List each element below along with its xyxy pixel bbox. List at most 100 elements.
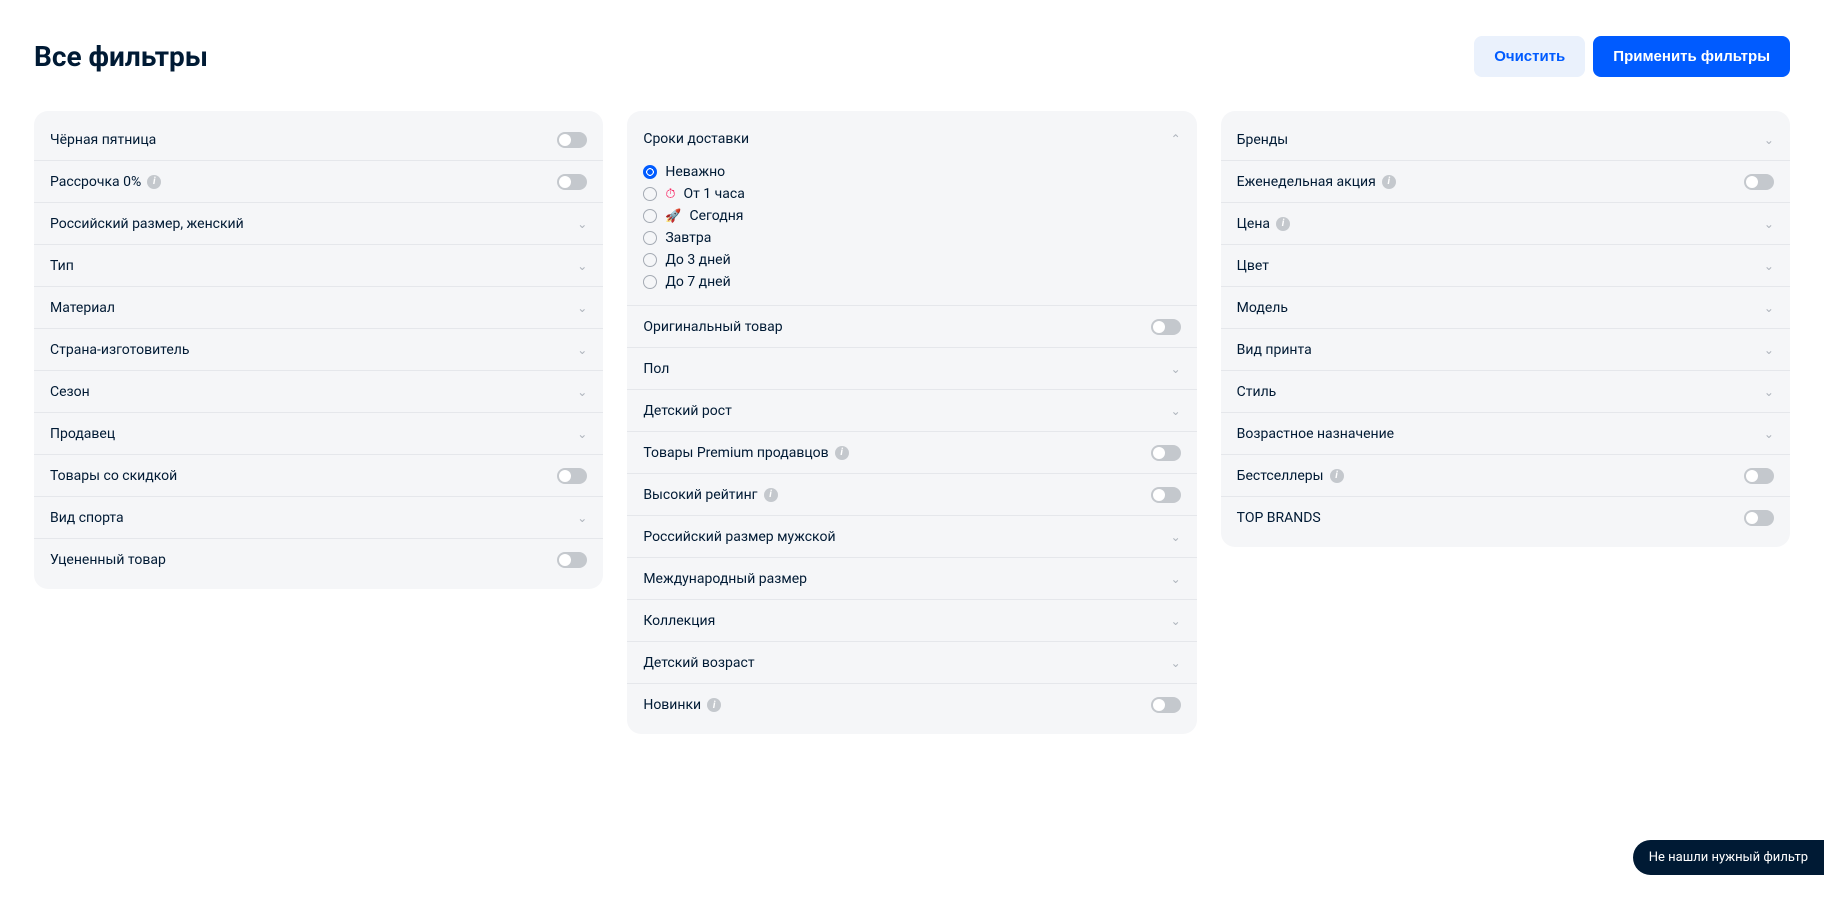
filter-country[interactable]: Страна-изготовитель ⌄ [34,329,603,371]
filter-novelty[interactable]: Новинки i [627,684,1196,726]
filter-discount[interactable]: Товары со скидкой [34,455,603,497]
filter-label: Российский размер, женский [50,216,244,232]
filter-size-men[interactable]: Российский размер мужской ⌄ [627,516,1196,558]
filter-label: Страна-изготовитель [50,342,189,358]
chevron-down-icon: ⌄ [577,259,587,273]
chevron-up-icon: ⌃ [1171,132,1181,146]
filter-size-women[interactable]: Российский размер, женский ⌄ [34,203,603,245]
filter-color[interactable]: Цвет ⌄ [1221,245,1790,287]
filter-label: Высокий рейтинг i [643,487,777,503]
missing-filter-button[interactable]: Не нашли нужный фильтр [1633,840,1824,875]
filter-brands[interactable]: Бренды ⌄ [1221,119,1790,161]
filter-label: Цвет [1237,258,1269,274]
chevron-down-icon: ⌄ [577,427,587,441]
filter-markdown[interactable]: Уцененный товар [34,539,603,581]
radio-delivery-today[interactable]: 🚀 Сегодня [643,205,1180,227]
filter-label: Материал [50,300,115,316]
toggle-switch[interactable] [557,552,587,568]
radio-delivery-any[interactable]: Неважно [643,161,1180,183]
toggle-switch[interactable] [1744,510,1774,526]
clear-button[interactable]: Очистить [1474,36,1585,77]
chevron-down-icon: ⌄ [1171,404,1181,418]
filter-label: Уцененный товар [50,552,166,568]
filter-label: Российский размер мужской [643,529,835,545]
chevron-down-icon: ⌄ [1171,614,1181,628]
filter-label: Модель [1237,300,1288,316]
filter-columns: Чёрная пятница Рассрочка 0% i Российский… [0,77,1824,768]
filter-label: Рассрочка 0% i [50,174,161,190]
filter-child-height[interactable]: Детский рост ⌄ [627,390,1196,432]
filter-print[interactable]: Вид принта ⌄ [1221,329,1790,371]
toggle-switch[interactable] [557,132,587,148]
filter-label: Продавец [50,426,115,442]
apply-button[interactable]: Применить фильтры [1593,36,1790,77]
toggle-switch[interactable] [557,468,587,484]
filter-label: Детский возраст [643,655,754,671]
info-icon: i [707,698,721,712]
filter-intl-size[interactable]: Международный размер ⌄ [627,558,1196,600]
filter-black-friday[interactable]: Чёрная пятница [34,119,603,161]
filter-style[interactable]: Стиль ⌄ [1221,371,1790,413]
filter-age-purpose[interactable]: Возрастное назначение ⌄ [1221,413,1790,455]
radio-delivery-tomorrow[interactable]: Завтра [643,227,1180,249]
toggle-switch[interactable] [1744,468,1774,484]
filter-label: Бестселлеры i [1237,468,1344,484]
info-icon: i [1276,217,1290,231]
filter-gender[interactable]: Пол ⌄ [627,348,1196,390]
filter-child-age[interactable]: Детский возраст ⌄ [627,642,1196,684]
filter-label: Сроки доставки [643,131,749,147]
filter-label: Чёрная пятница [50,132,156,148]
filter-weekly[interactable]: Еженедельная акция i [1221,161,1790,203]
filter-label: Цена i [1237,216,1290,232]
chevron-down-icon: ⌄ [1764,301,1774,315]
radio-delivery-3days[interactable]: До 3 дней [643,249,1180,271]
filter-label: Бренды [1237,132,1289,148]
info-icon: i [1382,175,1396,189]
toggle-switch[interactable] [557,174,587,190]
chevron-down-icon: ⌄ [1171,530,1181,544]
filter-material[interactable]: Материал ⌄ [34,287,603,329]
filter-label: Вид принта [1237,342,1312,358]
filter-label: Детский рост [643,403,732,419]
filter-label: Пол [643,361,669,377]
radio-delivery-hour[interactable]: ⏱ От 1 часа [643,183,1180,205]
chevron-down-icon: ⌄ [577,511,587,525]
filter-original[interactable]: Оригинальный товар [627,306,1196,348]
radio-icon [643,275,657,289]
radio-icon [643,231,657,245]
filter-label: Международный размер [643,571,807,587]
filter-label: Еженедельная акция i [1237,174,1396,190]
toggle-switch[interactable] [1151,487,1181,503]
filter-label: Сезон [50,384,90,400]
info-icon: i [1330,469,1344,483]
chevron-down-icon: ⌄ [1171,656,1181,670]
radio-icon [643,187,657,201]
filter-rating[interactable]: Высокий рейтинг i [627,474,1196,516]
header: Все фильтры Очистить Применить фильтры [0,0,1824,77]
info-icon: i [835,446,849,460]
filter-premium[interactable]: Товары Premium продавцов i [627,432,1196,474]
filter-top-brands[interactable]: TOP BRANDS [1221,497,1790,539]
toggle-switch[interactable] [1151,697,1181,713]
filter-label: Товары со скидкой [50,468,177,484]
toggle-switch[interactable] [1151,445,1181,461]
header-buttons: Очистить Применить фильтры [1474,36,1790,77]
radio-icon [643,165,657,179]
chevron-down-icon: ⌄ [1764,343,1774,357]
chevron-down-icon: ⌄ [1764,259,1774,273]
filter-delivery-header[interactable]: Сроки доставки ⌃ [627,119,1196,157]
filter-collection[interactable]: Коллекция ⌄ [627,600,1196,642]
filter-label: Новинки i [643,697,721,713]
toggle-switch[interactable] [1744,174,1774,190]
filter-sport[interactable]: Вид спорта ⌄ [34,497,603,539]
filter-installment[interactable]: Рассрочка 0% i [34,161,603,203]
filter-price[interactable]: Цена i ⌄ [1221,203,1790,245]
filter-season[interactable]: Сезон ⌄ [34,371,603,413]
filter-seller[interactable]: Продавец ⌄ [34,413,603,455]
radio-delivery-7days[interactable]: До 7 дней [643,271,1180,293]
filter-model[interactable]: Модель ⌄ [1221,287,1790,329]
filter-bestsellers[interactable]: Бестселлеры i [1221,455,1790,497]
filter-type[interactable]: Тип ⌄ [34,245,603,287]
chevron-down-icon: ⌄ [577,385,587,399]
toggle-switch[interactable] [1151,319,1181,335]
